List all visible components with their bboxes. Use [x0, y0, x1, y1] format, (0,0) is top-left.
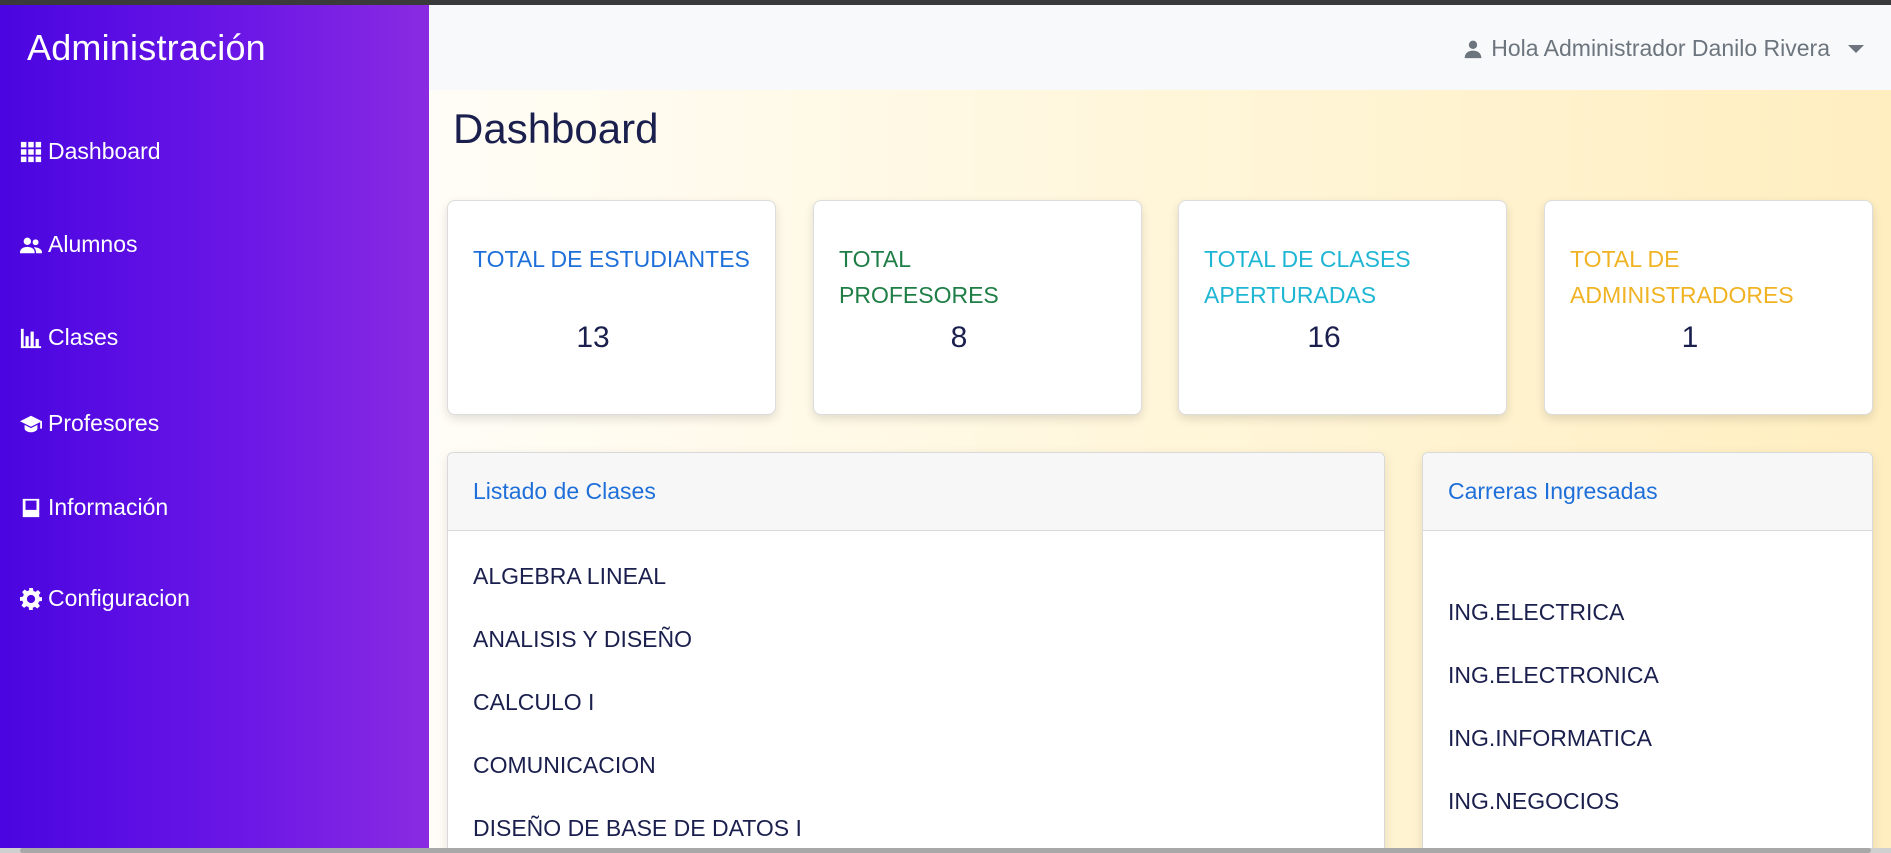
list-item: ING.INFORMATICA: [1448, 725, 1653, 751]
sidebar-item-alumnos[interactable]: Alumnos: [20, 231, 137, 258]
stat-label: TOTAL DE ADMINISTRADORES: [1570, 246, 1794, 308]
stat-card-teachers: TOTAL PROFESORES 8: [813, 200, 1142, 415]
careers-panel-title: Carreras Ingresadas: [1423, 453, 1872, 531]
sidebar-item-label: Dashboard: [48, 138, 161, 164]
user-icon: [1464, 40, 1482, 58]
chevron-down-icon: [1848, 44, 1864, 53]
sidebar-item-label: Clases: [48, 324, 119, 350]
list-item: COMUNICACION: [473, 752, 656, 778]
sidebar-item-label: Profesores: [48, 410, 160, 436]
stat-card-admins: TOTAL DE ADMINISTRADORES 1: [1544, 200, 1873, 415]
classes-panel-title: Listado de Clases: [448, 453, 1384, 531]
stat-value: 8: [950, 321, 968, 354]
sidebar: Administración Dashboard Alumnos Clases …: [0, 5, 429, 848]
list-item: ANALISIS Y DISEÑO: [473, 626, 693, 652]
sidebar-item-clases[interactable]: Clases: [20, 324, 118, 351]
main-content: Dashboard TOTAL DE ESTUDIANTES 13 TOTAL …: [429, 90, 1891, 848]
careers-panel: Carreras Ingresadas ING.ELECTRICA ING.EL…: [1422, 452, 1873, 848]
stat-label: TOTAL DE CLASES APERTURADAS: [1204, 246, 1411, 308]
stat-card-classes: TOTAL DE CLASES APERTURADAS 16: [1178, 200, 1507, 415]
page-title: Dashboard: [453, 105, 659, 152]
graduation-cap-icon: [20, 415, 42, 432]
classes-panel: Listado de Clases ALGEBRA LINEAL ANALISI…: [447, 452, 1385, 848]
list-item: ING.ELECTRICA: [1448, 599, 1625, 625]
sidebar-brand: Administración: [27, 27, 266, 68]
horizontal-scrollbar-thumb[interactable]: [20, 848, 1871, 853]
sidebar-item-label: Alumnos: [48, 231, 138, 257]
stat-value: 1: [1681, 321, 1699, 354]
list-item: ING.ELECTRONICA: [1448, 662, 1659, 688]
sidebar-item-configuracion[interactable]: Configuracion: [20, 585, 190, 612]
top-navbar: Hola Administrador Danilo Rivera: [429, 5, 1891, 90]
sidebar-item-label: Información: [48, 494, 169, 520]
stat-label: TOTAL DE ESTUDIANTES: [473, 246, 750, 272]
stat-card-students: TOTAL DE ESTUDIANTES 13: [447, 200, 776, 415]
user-menu-dropdown[interactable]: Hola Administrador Danilo Rivera: [1463, 35, 1864, 62]
sidebar-item-label: Configuracion: [48, 585, 190, 611]
gear-icon: [20, 587, 42, 610]
list-item: ALGEBRA LINEAL: [473, 563, 667, 589]
stat-value: 13: [576, 321, 610, 354]
sidebar-item-profesores[interactable]: Profesores: [20, 410, 159, 437]
stat-label: TOTAL PROFESORES: [839, 246, 999, 308]
sidebar-item-dashboard[interactable]: Dashboard: [20, 138, 161, 165]
book-icon: [22, 498, 40, 517]
user-greeting: Hola Administrador Danilo Rivera: [1491, 35, 1830, 61]
bar-chart-icon: [20, 328, 42, 348]
list-item: DISEÑO DE BASE DE DATOS I: [473, 815, 802, 841]
sidebar-item-informacion[interactable]: Información: [20, 494, 168, 521]
users-icon: [20, 237, 42, 253]
list-item: CALCULO I: [473, 689, 595, 715]
list-item: ING.NEGOCIOS: [1448, 788, 1620, 814]
grid-icon: [20, 141, 42, 162]
stat-value: 16: [1307, 321, 1341, 354]
